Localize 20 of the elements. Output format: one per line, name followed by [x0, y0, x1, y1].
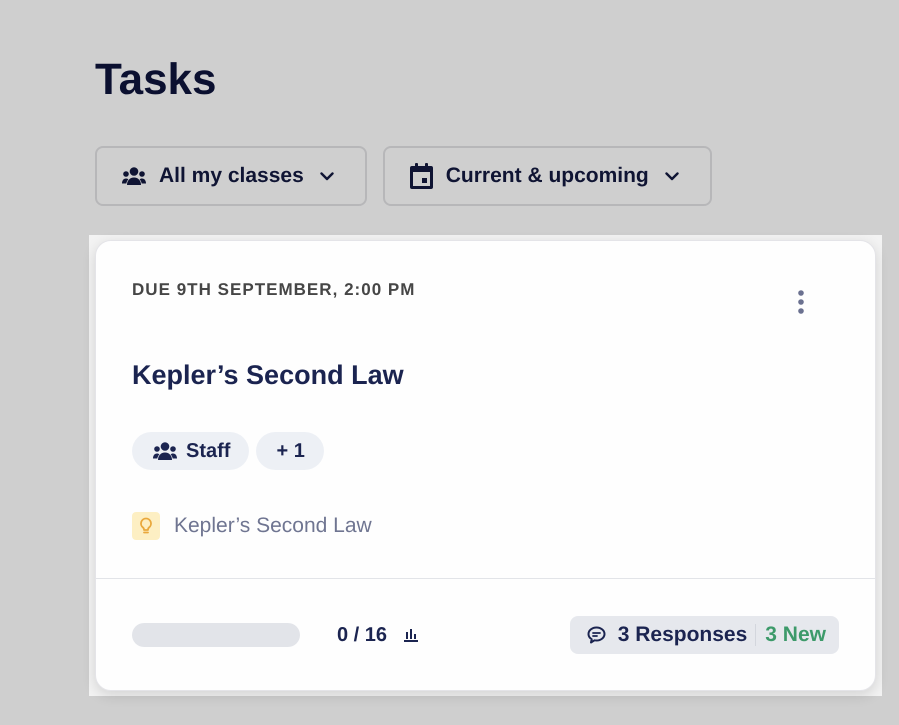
progress-count: 0 / 16 [337, 622, 388, 648]
page-title: Tasks [95, 54, 216, 106]
class-tag: + 1 [256, 432, 324, 470]
responses-button[interactable]: 3 Responses 3 New [570, 616, 839, 654]
chevron-down-icon [320, 172, 334, 180]
chat-bubble-icon [586, 626, 606, 644]
bar-chart-icon [404, 628, 418, 642]
task-card[interactable]: DUE 9TH SEPTEMBER, 2:00 PM Kepler’s Second Law Staff + 1 Kepler’s Second Law 0 / 16 3 Responses 3 New [95, 240, 876, 690]
lightbulb-icon [132, 512, 160, 540]
resource-link[interactable]: Kepler’s Second Law [174, 510, 372, 542]
people-icon [153, 442, 177, 460]
filter-dropdown[interactable]: All my classes [95, 146, 367, 206]
filter-dropdown[interactable]: Current & upcoming [382, 146, 712, 206]
due-date: DUE 9TH SEPTEMBER, 2:00 PM [132, 280, 416, 300]
more-options-icon[interactable] [798, 290, 804, 314]
chevron-down-icon [664, 172, 679, 180]
calendar-icon [410, 163, 433, 189]
class-tag: Staff [132, 432, 250, 470]
task-title: Kepler’s Second Law [132, 359, 404, 391]
people-icon [122, 167, 146, 185]
